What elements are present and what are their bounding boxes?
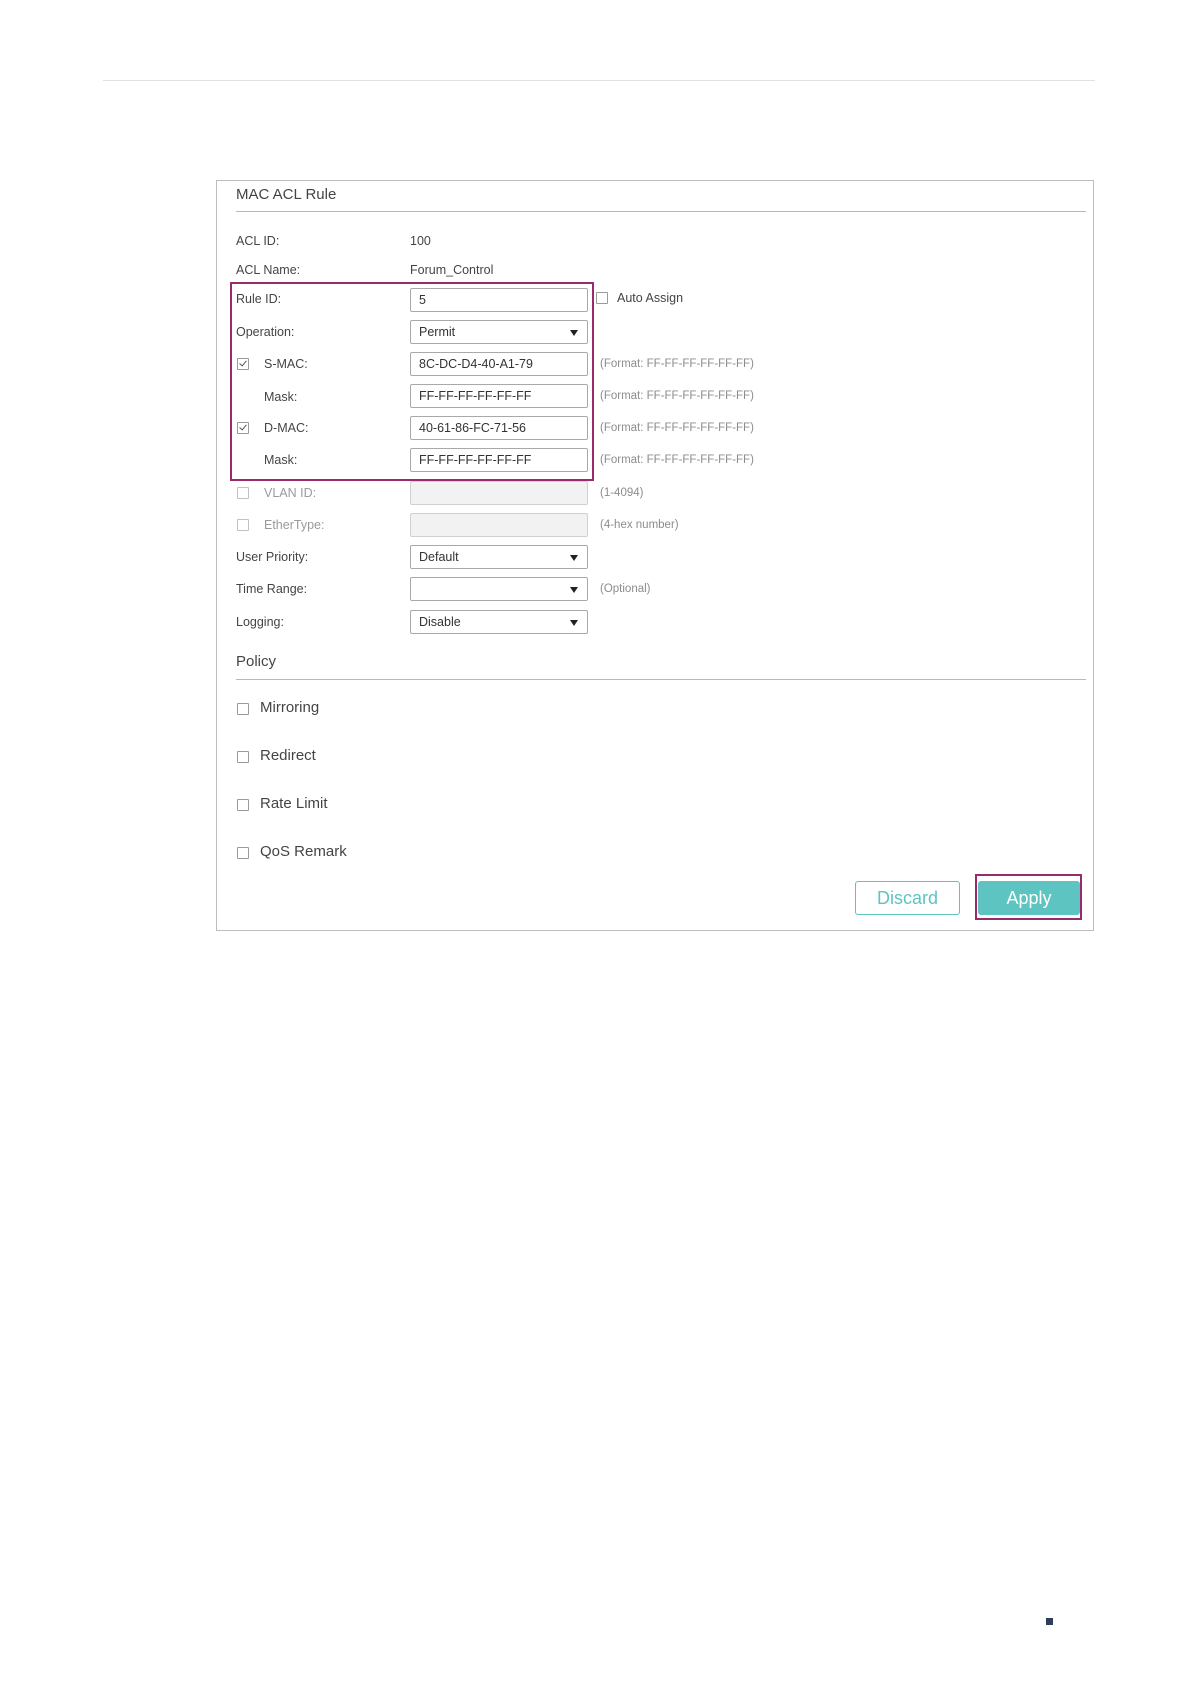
qos-remark-label: QoS Remark xyxy=(260,843,347,860)
page-corner-mark xyxy=(1046,1618,1053,1625)
user-priority-select[interactable]: Default xyxy=(410,545,588,569)
acl-name-label: ACL Name: xyxy=(236,263,301,277)
ethertype-checkbox[interactable] xyxy=(237,519,249,531)
logging-select[interactable]: Disable xyxy=(410,610,588,634)
highlight-frame-apply xyxy=(975,874,1082,920)
time-range-label: Time Range: xyxy=(236,582,308,596)
auto-assign-label: Auto Assign xyxy=(617,291,684,305)
user-priority-select-value: Default xyxy=(419,550,459,564)
redirect-checkbox[interactable] xyxy=(237,751,249,763)
dmac-mask-format-hint: (Format: FF-FF-FF-FF-FF-FF) xyxy=(600,454,754,466)
chevron-down-icon xyxy=(570,587,578,593)
qos-remark-checkbox[interactable] xyxy=(237,847,249,859)
vlan-id-hint: (1-4094) xyxy=(600,487,644,499)
vlan-id-checkbox[interactable] xyxy=(237,487,249,499)
policy-divider xyxy=(236,679,1086,680)
time-range-select[interactable] xyxy=(410,577,588,601)
rate-limit-checkbox[interactable] xyxy=(237,799,249,811)
vlan-id-input[interactable] xyxy=(410,481,588,505)
logging-label: Logging: xyxy=(236,615,284,629)
mirroring-checkbox[interactable] xyxy=(237,703,249,715)
section-divider xyxy=(236,211,1086,212)
rate-limit-label: Rate Limit xyxy=(260,795,328,812)
highlight-frame-rule-fields xyxy=(230,282,594,481)
section-title-policy: Policy xyxy=(236,653,277,670)
page-top-rule xyxy=(103,80,1095,81)
auto-assign-checkbox[interactable] xyxy=(596,292,608,304)
dmac-format-hint: (Format: FF-FF-FF-FF-FF-FF) xyxy=(600,422,754,434)
ethertype-hint: (4-hex number) xyxy=(600,519,679,531)
acl-id-value: 100 xyxy=(410,234,431,248)
user-priority-label: User Priority: xyxy=(236,550,309,564)
time-range-hint: (Optional) xyxy=(600,583,651,595)
smac-format-hint: (Format: FF-FF-FF-FF-FF-FF) xyxy=(600,358,754,370)
acl-id-label: ACL ID: xyxy=(236,234,280,248)
redirect-label: Redirect xyxy=(260,747,316,764)
smac-mask-format-hint: (Format: FF-FF-FF-FF-FF-FF) xyxy=(600,390,754,402)
section-title-mac-acl-rule: MAC ACL Rule xyxy=(236,186,337,203)
logging-select-value: Disable xyxy=(419,615,461,629)
chevron-down-icon xyxy=(570,620,578,626)
ethertype-label: EtherType: xyxy=(264,518,325,532)
chevron-down-icon xyxy=(570,555,578,561)
vlan-id-label: VLAN ID: xyxy=(264,486,317,500)
mirroring-label: Mirroring xyxy=(260,699,320,716)
discard-button[interactable]: Discard xyxy=(855,881,960,915)
acl-name-value: Forum_Control xyxy=(410,263,494,277)
ethertype-input[interactable] xyxy=(410,513,588,537)
